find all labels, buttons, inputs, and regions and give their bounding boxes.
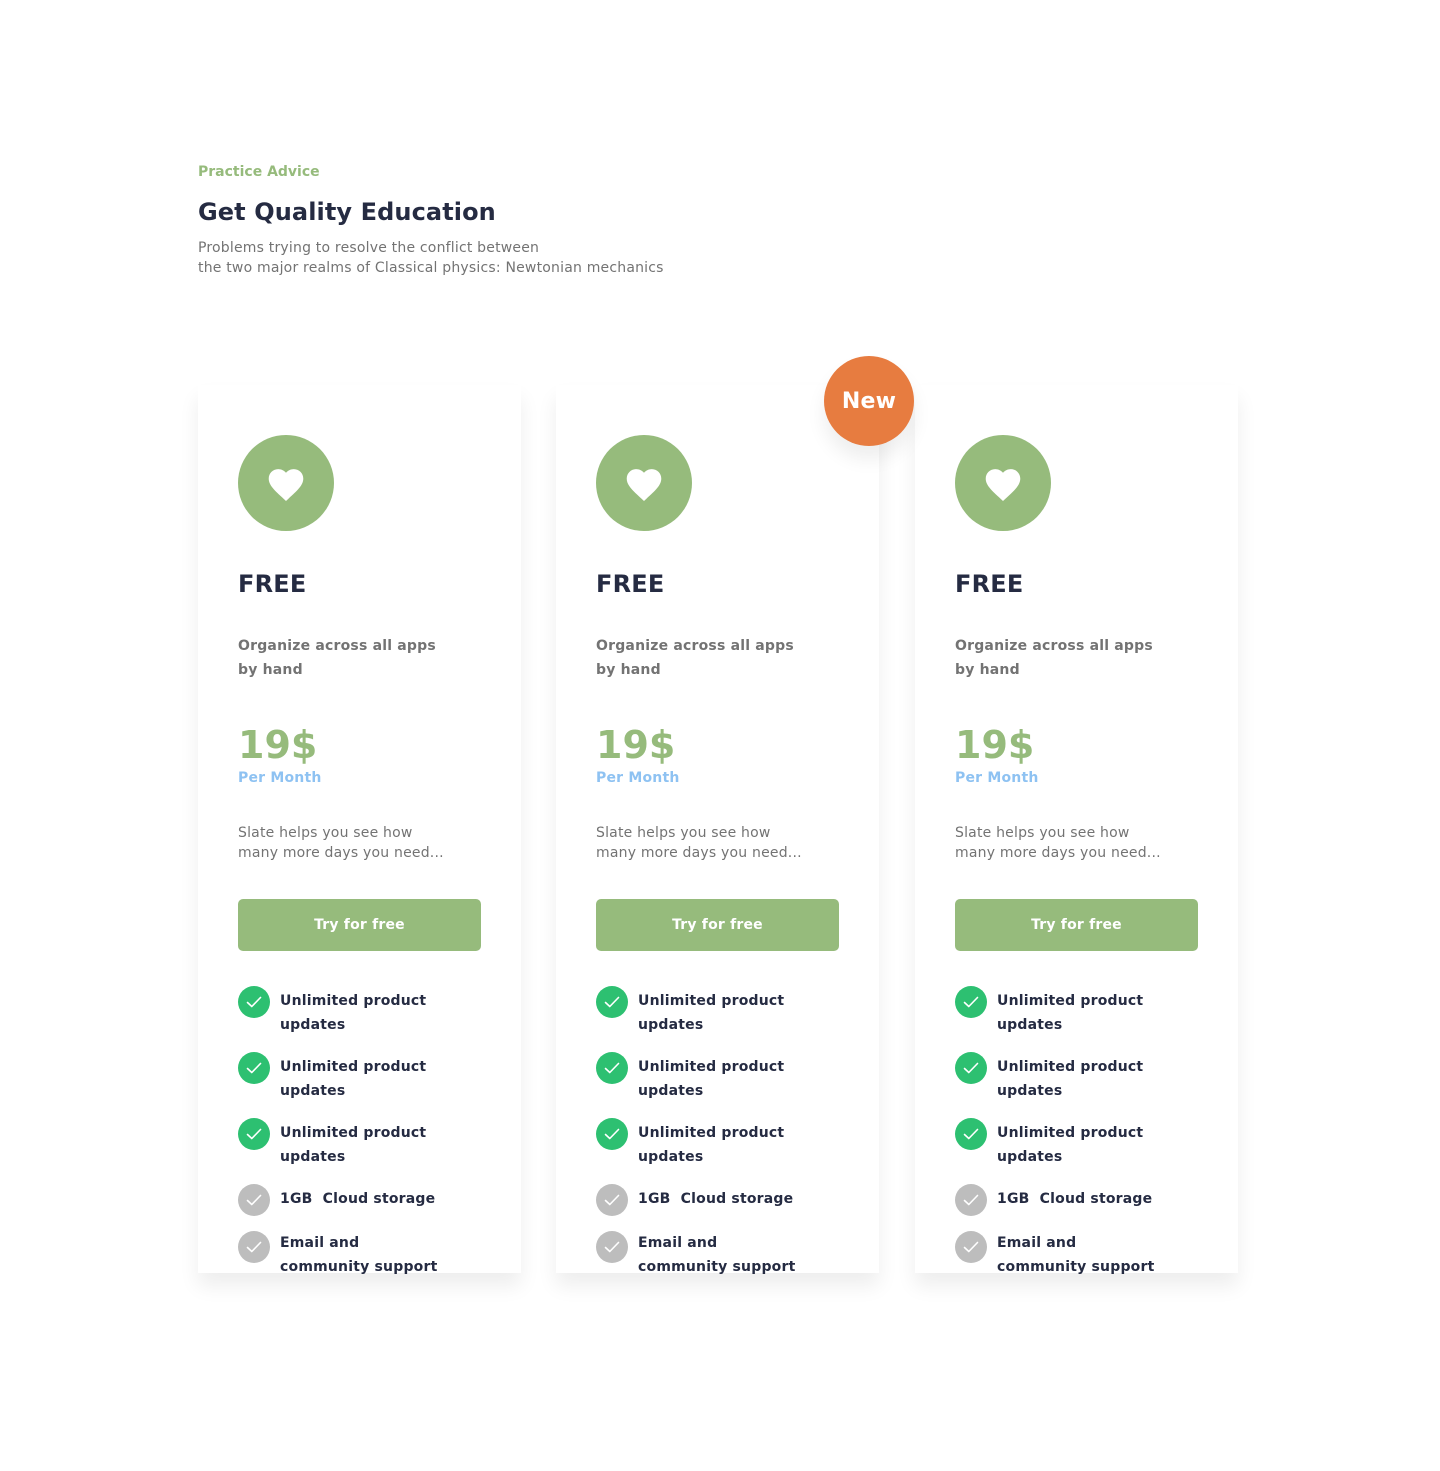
section-subtitle: Problems trying to resolve the conflict … bbox=[198, 238, 798, 278]
check-icon bbox=[596, 1231, 628, 1263]
feature-item: Unlimited product updates bbox=[955, 1118, 1198, 1169]
try-for-free-button[interactable]: Try for free bbox=[238, 899, 481, 951]
feature-label: Email and community support bbox=[638, 1235, 796, 1275]
feature-item: Email and community support bbox=[596, 1231, 839, 1279]
plan-icon-circle bbox=[238, 435, 334, 531]
feature-item: Unlimited product updates bbox=[238, 986, 481, 1037]
pricing-card: FREE Organize across all apps by hand 19… bbox=[198, 385, 521, 1275]
feature-label: 1GB Cloud storage bbox=[638, 1191, 794, 1207]
plan-note-line: many more days you need... bbox=[955, 845, 1161, 861]
plan-note-line: Slate helps you see how bbox=[238, 825, 413, 841]
pricing-card: FREE Organize across all apps by hand 19… bbox=[915, 385, 1238, 1275]
feature-item: 1GB Cloud storage bbox=[596, 1184, 839, 1216]
check-icon bbox=[238, 1231, 270, 1263]
feature-label: Unlimited product updates bbox=[280, 1059, 427, 1099]
plan-description: Organize across all apps by hand bbox=[238, 638, 436, 678]
plan-price: 19$ bbox=[596, 723, 676, 767]
feature-label: 1GB Cloud storage bbox=[997, 1191, 1153, 1207]
check-icon bbox=[955, 986, 987, 1018]
feature-label: 1GB Cloud storage bbox=[280, 1191, 436, 1207]
section-eyebrow: Practice Advice bbox=[198, 164, 320, 180]
plan-note-line: many more days you need... bbox=[596, 845, 802, 861]
check-icon bbox=[596, 1118, 628, 1150]
feature-label: Unlimited product updates bbox=[638, 1125, 785, 1165]
check-icon bbox=[238, 1118, 270, 1150]
plan-note-line: many more days you need... bbox=[238, 845, 444, 861]
check-icon bbox=[596, 986, 628, 1018]
plan-description: Organize across all apps by hand bbox=[596, 638, 794, 678]
plan-note: Slate helps you see how many more days y… bbox=[596, 823, 839, 863]
feature-label: Email and community support bbox=[997, 1235, 1155, 1275]
heart-icon bbox=[985, 469, 1021, 501]
feature-label: Unlimited product updates bbox=[638, 993, 785, 1033]
feature-item: Unlimited product updates bbox=[955, 1052, 1198, 1103]
plan-note: Slate helps you see how many more days y… bbox=[955, 823, 1198, 863]
feature-item: Unlimited product updates bbox=[238, 1052, 481, 1103]
feature-item: Unlimited product updates bbox=[238, 1118, 481, 1169]
plan-period: Per Month bbox=[955, 770, 1039, 786]
check-icon bbox=[238, 1052, 270, 1084]
feature-label: Unlimited product updates bbox=[997, 1059, 1144, 1099]
check-icon bbox=[955, 1118, 987, 1150]
check-icon bbox=[596, 1184, 628, 1216]
check-icon bbox=[238, 1184, 270, 1216]
subtitle-line: the two major realms of Classical physic… bbox=[198, 260, 664, 276]
pricing-card: FREE Organize across all apps by hand 19… bbox=[556, 385, 879, 1275]
plan-name: FREE bbox=[955, 570, 1024, 598]
feature-item: Unlimited product updates bbox=[955, 986, 1198, 1037]
plan-period: Per Month bbox=[596, 770, 680, 786]
feature-item: Email and community support bbox=[238, 1231, 481, 1279]
feature-list: Unlimited product updates Unlimited prod… bbox=[238, 986, 481, 1279]
plan-note: Slate helps you see how many more days y… bbox=[238, 823, 481, 863]
feature-label: Unlimited product updates bbox=[638, 1059, 785, 1099]
try-for-free-button[interactable]: Try for free bbox=[955, 899, 1198, 951]
feature-item: 1GB Cloud storage bbox=[955, 1184, 1198, 1216]
heart-icon bbox=[626, 469, 662, 501]
plan-price: 19$ bbox=[955, 723, 1035, 767]
feature-label: Unlimited product updates bbox=[280, 1125, 427, 1165]
check-icon bbox=[955, 1231, 987, 1263]
feature-item: Unlimited product updates bbox=[596, 1052, 839, 1103]
plan-name: FREE bbox=[238, 570, 307, 598]
plan-note-line: Slate helps you see how bbox=[955, 825, 1130, 841]
plan-period: Per Month bbox=[238, 770, 322, 786]
feature-list: Unlimited product updates Unlimited prod… bbox=[596, 986, 839, 1279]
plan-icon-circle bbox=[955, 435, 1051, 531]
plan-price: 19$ bbox=[238, 723, 318, 767]
subtitle-line: Problems trying to resolve the conflict … bbox=[198, 240, 540, 256]
feature-item: 1GB Cloud storage bbox=[238, 1184, 481, 1216]
section-title: Get Quality Education bbox=[198, 198, 496, 226]
new-badge: New bbox=[824, 356, 914, 446]
feature-item: Unlimited product updates bbox=[596, 1118, 839, 1169]
check-icon bbox=[596, 1052, 628, 1084]
feature-item: Email and community support bbox=[955, 1231, 1198, 1279]
plan-name: FREE bbox=[596, 570, 665, 598]
feature-list: Unlimited product updates Unlimited prod… bbox=[955, 986, 1198, 1279]
plan-description: Organize across all apps by hand bbox=[955, 638, 1153, 678]
heart-icon bbox=[268, 469, 304, 501]
check-icon bbox=[955, 1052, 987, 1084]
plan-note-line: Slate helps you see how bbox=[596, 825, 771, 841]
feature-item: Unlimited product updates bbox=[596, 986, 839, 1037]
plan-icon-circle bbox=[596, 435, 692, 531]
feature-label: Unlimited product updates bbox=[997, 1125, 1144, 1165]
check-icon bbox=[238, 986, 270, 1018]
section-header: Practice Advice Get Quality Education Pr… bbox=[198, 163, 798, 278]
feature-label: Email and community support bbox=[280, 1235, 438, 1275]
try-for-free-button[interactable]: Try for free bbox=[596, 899, 839, 951]
feature-label: Unlimited product updates bbox=[997, 993, 1144, 1033]
feature-label: Unlimited product updates bbox=[280, 993, 427, 1033]
check-icon bbox=[955, 1184, 987, 1216]
